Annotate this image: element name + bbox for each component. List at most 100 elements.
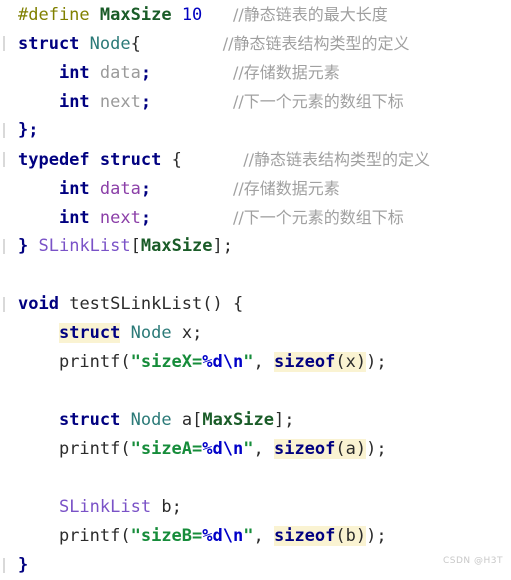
code-line: struct Node{ //静态链表结构类型的定义 [0, 29, 511, 58]
line-comment: //下一个元素的数组下标 [233, 92, 404, 111]
variable-declaration: x; [181, 323, 203, 343]
member-name: data [99, 63, 141, 83]
string-literal-start: "sizeB= [130, 526, 203, 546]
semicolon: ; [140, 92, 152, 112]
code-line: struct Node x; [0, 319, 511, 348]
code-line: } SLinkList[MaxSize]; [0, 232, 511, 261]
open-brace: { [232, 294, 244, 314]
bracket-open: [ [192, 410, 203, 430]
type-name: Node [130, 323, 172, 343]
escape-newline: \n [222, 526, 244, 546]
code-line: } [0, 551, 511, 580]
member-name: data [99, 179, 141, 199]
code-line: void testSLinkList() { [0, 290, 511, 319]
struct-close: }; [18, 120, 39, 140]
type-name: Node [89, 34, 131, 54]
format-specifier: %d [202, 439, 223, 459]
macro-name: MaxSize [140, 236, 213, 256]
keyword-struct: struct [58, 410, 121, 430]
line-comment: //存储数据元素 [233, 179, 340, 198]
semicolon: ; [140, 179, 152, 199]
gutter-marker-icon [3, 239, 5, 254]
escape-newline: \n [222, 439, 244, 459]
preprocessor-directive: #define [18, 5, 90, 25]
sizeof-argument: (x) [335, 352, 367, 372]
code-line: int data; //存储数据元素 [0, 174, 511, 203]
variable-declaration: b; [161, 497, 182, 517]
line-comment: //静态链表结构类型的定义 [222, 34, 410, 53]
code-line: #define MaxSize 10 //静态链表的最大长度 [0, 0, 511, 29]
member-name: next [99, 208, 141, 228]
code-line: typedef struct { //静态链表结构类型的定义 [0, 145, 511, 174]
printf-call: printf( [58, 526, 131, 546]
function-name: testSLinkList() [69, 294, 223, 314]
line-comment: //静态链表结构类型的定义 [243, 150, 431, 169]
macro-value: 10 [181, 5, 203, 25]
typedef-close-brace: } [18, 236, 29, 256]
keyword-int: int [58, 92, 90, 112]
sizeof-argument: (b) [335, 526, 367, 546]
code-line: int next; //下一个元素的数组下标 [0, 87, 511, 116]
semicolon: ; [140, 208, 152, 228]
bracket-close: ]; [273, 410, 295, 430]
argument-separator: , [253, 352, 274, 372]
printf-call: printf( [58, 439, 131, 459]
keyword-sizeof-highlighted: sizeof [273, 352, 336, 372]
keyword-int: int [58, 179, 90, 199]
typedef-alias: SLinkList [58, 497, 152, 517]
code-editor-surface: #define MaxSize 10 //静态链表的最大长度 struct No… [0, 0, 511, 575]
line-comment: //静态链表的最大长度 [233, 5, 388, 24]
gutter-marker-icon [3, 152, 5, 167]
code-line: SLinkList b; [0, 493, 511, 522]
statement-tail: ); [366, 352, 387, 372]
keyword-int: int [58, 63, 90, 83]
statement-tail: ); [366, 526, 387, 546]
code-line: }; [0, 116, 511, 145]
gutter-marker-icon [3, 558, 5, 573]
member-name: next [99, 92, 141, 112]
string-literal-end: " [243, 439, 254, 459]
keyword-sizeof-highlighted: sizeof [273, 526, 336, 546]
keyword-struct-highlighted: struct [58, 323, 121, 343]
keyword-int: int [58, 208, 90, 228]
printf-call: printf( [58, 352, 131, 372]
gutter-marker-icon [3, 297, 5, 312]
macro-name: MaxSize [99, 5, 172, 25]
variable-name: a [181, 410, 193, 430]
argument-separator: , [253, 439, 274, 459]
keyword-typedef: typedef [18, 150, 90, 170]
gutter-marker-icon [3, 36, 5, 51]
keyword-struct: struct [18, 34, 80, 54]
typedef-alias: SLinkList [38, 236, 131, 256]
bracket-close: ]; [212, 236, 234, 256]
open-brace: { [171, 150, 182, 170]
line-comment: //存储数据元素 [233, 63, 340, 82]
escape-newline: \n [222, 352, 244, 372]
sizeof-argument: (a) [335, 439, 367, 459]
keyword-void: void [18, 294, 59, 314]
